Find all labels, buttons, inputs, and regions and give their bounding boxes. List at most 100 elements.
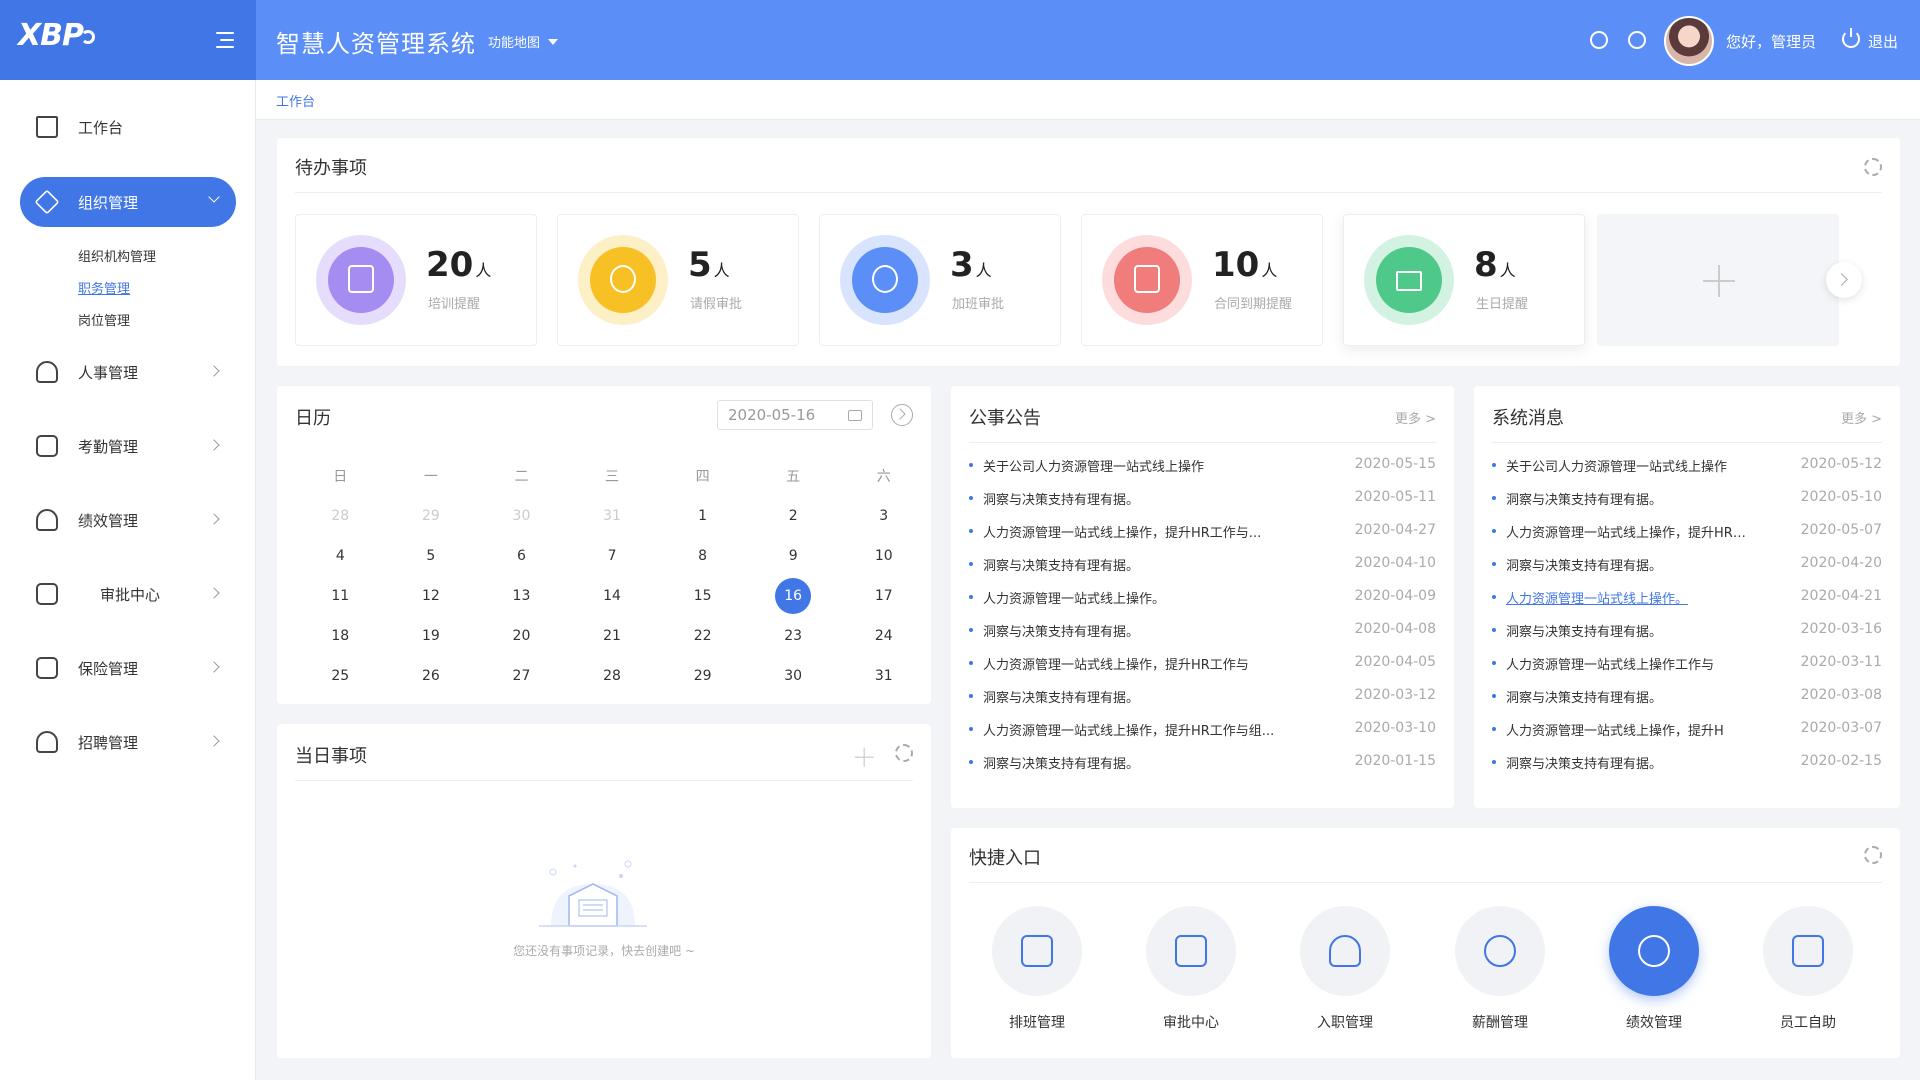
- list-item-title[interactable]: 洞察与决策支持有理有据。: [1506, 753, 1662, 772]
- greeting[interactable]: 您好，管理员: [1726, 31, 1816, 52]
- function-map-dropdown[interactable]: 功能地图: [488, 32, 558, 51]
- todo-tile-birthday[interactable]: 8人 生日提醒: [1343, 214, 1585, 346]
- list-item-title[interactable]: 洞察与决策支持有理有据。: [983, 621, 1139, 640]
- list-item[interactable]: 洞察与决策支持有理有据。 2020-04-10: [969, 555, 1436, 588]
- list-item[interactable]: 洞察与决策支持有理有据。 2020-05-11: [969, 489, 1436, 522]
- gear-icon[interactable]: [1864, 158, 1882, 176]
- calendar-day[interactable]: 13: [476, 588, 567, 604]
- calendar-day[interactable]: 17: [838, 588, 929, 604]
- list-item[interactable]: 人力资源管理一站式线上操作，提升HR工作与 2020-04-05: [969, 654, 1436, 687]
- list-item[interactable]: 人力资源管理一站式线上操作，提升H 2020-03-07: [1492, 720, 1882, 753]
- calendar-day[interactable]: 8: [657, 548, 748, 564]
- list-item[interactable]: 洞察与决策支持有理有据。 2020-05-10: [1492, 489, 1882, 522]
- calendar-day[interactable]: 6: [476, 548, 567, 564]
- sidebar-item-attendance[interactable]: 考勤管理: [20, 421, 236, 471]
- list-item[interactable]: 洞察与决策支持有理有据。 2020-04-08: [969, 621, 1436, 654]
- quick-approval[interactable]: 审批中心: [1131, 906, 1251, 1032]
- list-item-title[interactable]: 人力资源管理一站式线上操作，提升HR工...: [1506, 522, 1746, 541]
- list-item-title[interactable]: 人力资源管理一站式线上操作工作与: [1506, 654, 1714, 673]
- list-item-title[interactable]: 人力资源管理一站式线上操作，提升HR工作与: [983, 654, 1249, 673]
- logout-link[interactable]: 退出: [1868, 31, 1898, 52]
- calendar-day[interactable]: 25: [295, 668, 386, 684]
- list-item-title[interactable]: 人力资源管理一站式线上操作。: [983, 588, 1165, 607]
- list-item-title[interactable]: 人力资源管理一站式线上操作，提升HR工作与组...: [983, 720, 1274, 739]
- quick-onboard[interactable]: 入职管理: [1285, 906, 1405, 1032]
- calendar-day[interactable]: 18: [295, 628, 386, 644]
- list-item-title[interactable]: 洞察与决策支持有理有据。: [1506, 555, 1662, 574]
- calendar-day[interactable]: 29: [386, 508, 477, 524]
- calendar-day[interactable]: 1: [657, 508, 748, 524]
- calendar-day[interactable]: 28: [295, 508, 386, 524]
- list-item-title[interactable]: 洞察与决策支持有理有据。: [983, 555, 1139, 574]
- calendar-day[interactable]: 19: [386, 628, 477, 644]
- sub-item-position[interactable]: 职务管理: [78, 278, 130, 297]
- help-icon[interactable]: [1628, 31, 1646, 49]
- calendar-day[interactable]: 3: [838, 508, 929, 524]
- list-item[interactable]: 关于公司人力资源管理一站式线上操作 2020-05-12: [1492, 456, 1882, 489]
- calendar-day[interactable]: 2: [748, 508, 839, 524]
- list-item-title[interactable]: 洞察与决策支持有理有据。: [1506, 687, 1662, 706]
- calendar-day[interactable]: 11: [295, 588, 386, 604]
- list-item[interactable]: 人力资源管理一站式线上操作。 2020-04-09: [969, 588, 1436, 621]
- sidebar-item-personnel[interactable]: 人事管理: [20, 347, 236, 397]
- todo-tile-overtime[interactable]: 3人 加班审批: [819, 214, 1061, 346]
- sidebar-item-org[interactable]: 组织管理: [20, 177, 236, 227]
- calendar-day[interactable]: 26: [386, 668, 477, 684]
- list-item[interactable]: 人力资源管理一站式线上操作，提升HR工... 2020-05-07: [1492, 522, 1882, 555]
- calendar-day[interactable]: 24: [838, 628, 929, 644]
- list-item-title[interactable]: 关于公司人力资源管理一站式线上操作: [1506, 456, 1727, 475]
- sub-item-post[interactable]: 岗位管理: [78, 310, 130, 329]
- list-item-title[interactable]: 人力资源管理一站式线上操作，提升HR工作与...: [983, 522, 1261, 541]
- breadcrumb[interactable]: 工作台: [276, 91, 315, 110]
- list-item-title[interactable]: 洞察与决策支持有理有据。: [1506, 621, 1662, 640]
- list-item[interactable]: 洞察与决策支持有理有据。 2020-03-08: [1492, 687, 1882, 720]
- list-item-title[interactable]: 洞察与决策支持有理有据。: [983, 687, 1139, 706]
- list-item[interactable]: 洞察与决策支持有理有据。 2020-02-15: [1492, 753, 1882, 786]
- list-item[interactable]: 洞察与决策支持有理有据。 2020-03-16: [1492, 621, 1882, 654]
- calendar-day[interactable]: 10: [838, 548, 929, 564]
- list-item-title[interactable]: 洞察与决策支持有理有据。: [983, 489, 1139, 508]
- calendar-day[interactable]: 12: [386, 588, 477, 604]
- sidebar-item-recruit[interactable]: 招聘管理: [20, 717, 236, 767]
- calendar-day[interactable]: 20: [476, 628, 567, 644]
- calendar-day[interactable]: 4: [295, 548, 386, 564]
- add-icon[interactable]: [854, 747, 874, 767]
- next-arrow-button[interactable]: [1826, 262, 1862, 298]
- power-icon[interactable]: [1842, 28, 1860, 48]
- calendar-day[interactable]: 9: [748, 548, 839, 564]
- list-item-title[interactable]: 洞察与决策支持有理有据。: [983, 753, 1139, 772]
- list-item-title[interactable]: 人力资源管理一站式线上操作，提升H: [1506, 720, 1724, 739]
- sidebar-item-insurance[interactable]: 保险管理: [20, 643, 236, 693]
- sidebar-item-approval[interactable]: 审批中心: [20, 569, 236, 619]
- calendar-day[interactable]: 16: [748, 578, 839, 614]
- calendar-day[interactable]: 21: [567, 628, 658, 644]
- calendar-day[interactable]: 27: [476, 668, 567, 684]
- list-item[interactable]: 人力资源管理一站式线上操作，提升HR工作与组... 2020-03-10: [969, 720, 1436, 753]
- gear-icon[interactable]: [1864, 846, 1882, 864]
- calendar-day[interactable]: 30: [476, 508, 567, 524]
- calendar-day[interactable]: 31: [567, 508, 658, 524]
- notice-more-link[interactable]: 更多 >: [1395, 408, 1436, 427]
- sub-item-org-structure[interactable]: 组织机构管理: [78, 246, 156, 265]
- list-item-title[interactable]: 人力资源管理一站式线上操作。: [1506, 588, 1688, 607]
- calendar-day[interactable]: 31: [838, 668, 929, 684]
- todo-tile-contract[interactable]: 10 人 合同到期提醒: [1081, 214, 1323, 346]
- list-item[interactable]: 洞察与决策支持有理有据。 2020-01-15: [969, 753, 1436, 786]
- list-item[interactable]: 人力资源管理一站式线上操作。 2020-04-21: [1492, 588, 1882, 621]
- xbp-logo[interactable]: XBP: [18, 18, 95, 53]
- calendar-day[interactable]: 15: [657, 588, 748, 604]
- calendar-day[interactable]: 22: [657, 628, 748, 644]
- calendar-day[interactable]: 5: [386, 548, 477, 564]
- sysmsg-more-link[interactable]: 更多 >: [1841, 408, 1882, 427]
- date-picker[interactable]: 2020-05-16: [717, 400, 873, 430]
- avatar[interactable]: [1664, 16, 1714, 66]
- arrow-right-circle-icon[interactable]: [891, 404, 913, 426]
- list-item[interactable]: 洞察与决策支持有理有据。 2020-03-12: [969, 687, 1436, 720]
- list-item[interactable]: 洞察与决策支持有理有据。 2020-04-20: [1492, 555, 1882, 588]
- gear-icon[interactable]: [895, 744, 913, 762]
- quick-salary[interactable]: 薪酬管理: [1440, 906, 1560, 1032]
- menu-toggle-icon[interactable]: [212, 30, 236, 50]
- sidebar-item-workbench[interactable]: 工作台: [20, 102, 236, 152]
- list-item[interactable]: 人力资源管理一站式线上操作工作与 2020-03-11: [1492, 654, 1882, 687]
- list-item-title[interactable]: 洞察与决策支持有理有据。: [1506, 489, 1662, 508]
